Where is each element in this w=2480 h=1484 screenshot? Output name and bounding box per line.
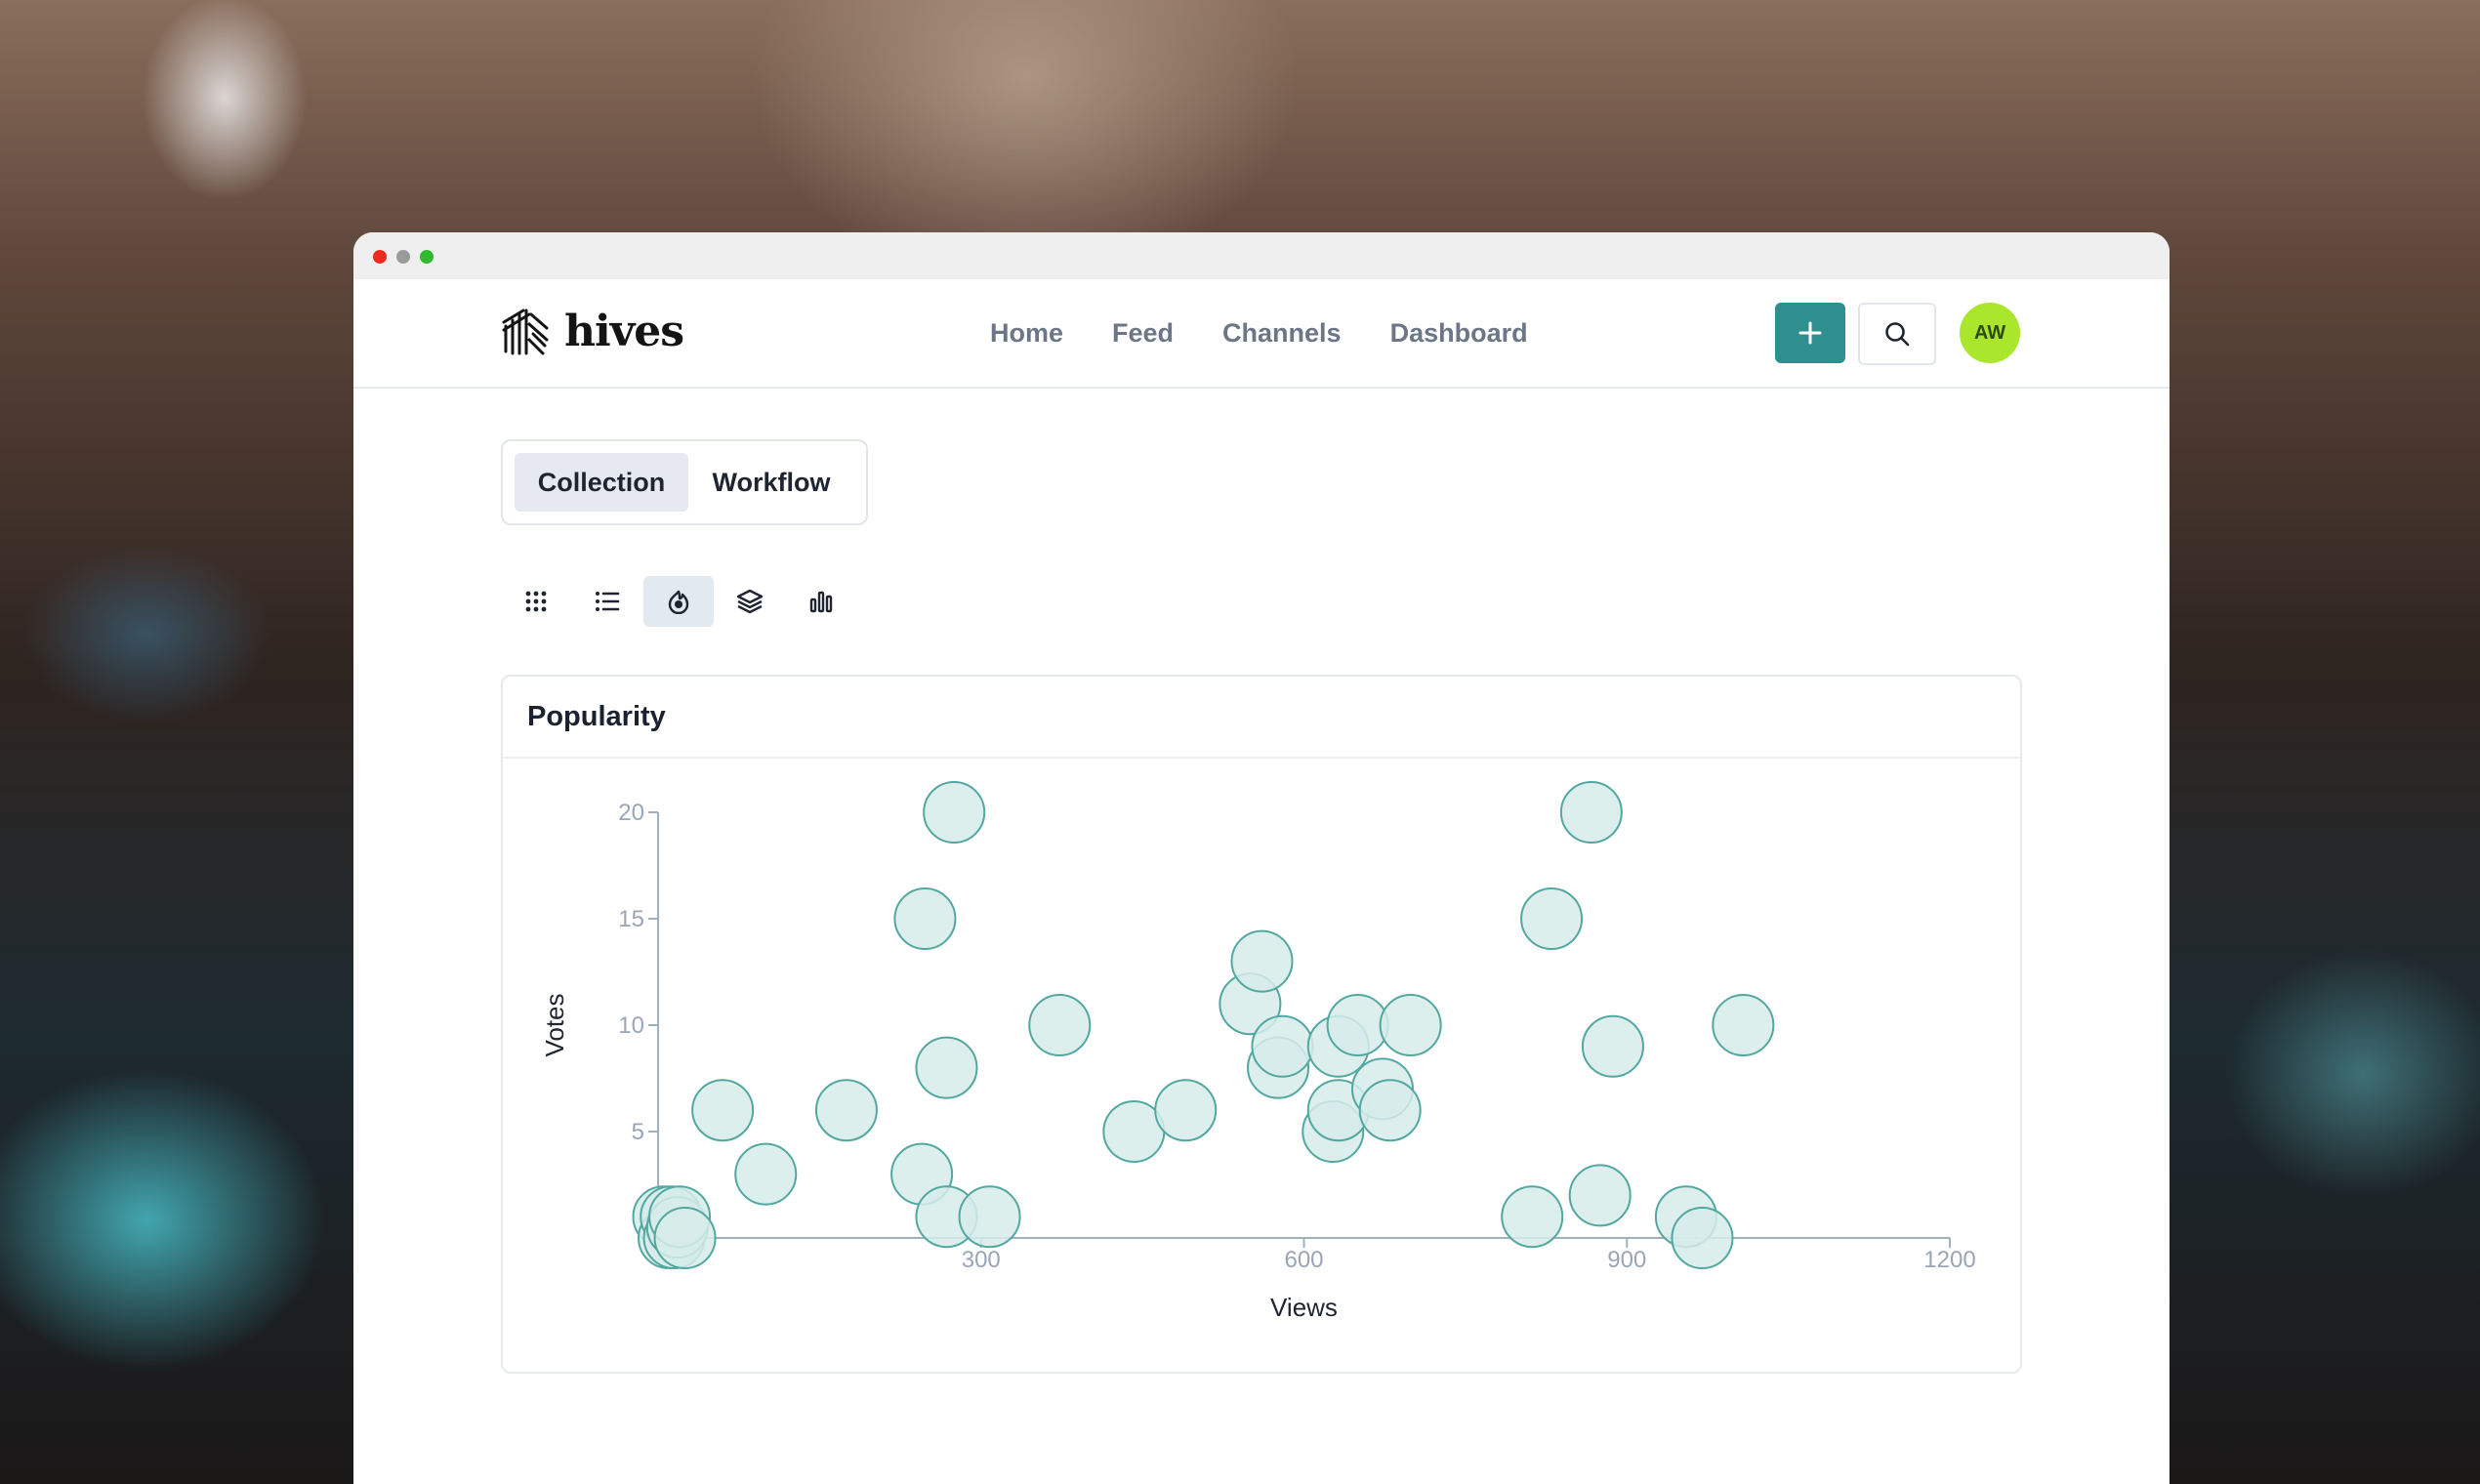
scatter-chart: 5 10 15 20 300 600 900 1200 Views Votes: [540, 781, 1976, 1322]
x-tick-label: 900: [1607, 1247, 1646, 1273]
data-point: [1379, 994, 1442, 1056]
close-window-button[interactable]: [373, 250, 387, 264]
window-titlebar: [353, 232, 2170, 279]
hives-logo-icon: [502, 309, 549, 355]
y-tick-label: 10: [618, 1012, 644, 1039]
view-mode-toolbar: [501, 576, 857, 627]
brand-name: hives: [564, 307, 684, 356]
layers-view-button[interactable]: [715, 576, 785, 627]
y-tick-label: 5: [632, 1119, 644, 1145]
top-navbar: hives Home Feed Channels Dashboard AW: [353, 279, 2170, 389]
x-axis-label: Views: [1270, 1293, 1338, 1322]
data-point: [915, 1036, 978, 1099]
data-point: [958, 1185, 1021, 1249]
minimize-window-button[interactable]: [396, 250, 410, 264]
popularity-chart-card: Popularity 5 10 15 20 300 600 900 1200 Views Vote…: [501, 675, 2022, 1374]
data-point: [1028, 994, 1092, 1056]
grid-view-button[interactable]: [501, 576, 571, 627]
chart-title: Popularity: [527, 700, 666, 732]
bar-chart-icon: [809, 591, 833, 613]
data-point: [1559, 781, 1623, 844]
nav-link-home[interactable]: Home: [990, 318, 1063, 348]
x-tick-label: 1200: [1923, 1247, 1975, 1273]
y-axis-label: Votes: [540, 993, 569, 1056]
data-point: [1251, 1014, 1314, 1078]
user-avatar[interactable]: AW: [1960, 303, 2020, 363]
data-point: [691, 1079, 755, 1142]
data-point: [1501, 1185, 1564, 1249]
data-point: [1326, 994, 1389, 1056]
app-window: hives Home Feed Channels Dashboard AW Co…: [353, 232, 2170, 1484]
collection-workflow-tabs: Collection Workflow: [501, 439, 868, 525]
data-point: [653, 1207, 717, 1269]
x-tick-label: 600: [1284, 1247, 1323, 1273]
data-point: [1520, 887, 1584, 950]
nav-link-dashboard[interactable]: Dashboard: [1390, 318, 1528, 348]
data-point: [893, 887, 957, 950]
x-tick-label: 300: [962, 1247, 1001, 1273]
nav-link-feed[interactable]: Feed: [1112, 318, 1174, 348]
brand-logo[interactable]: hives: [500, 307, 684, 357]
data-point: [1712, 994, 1775, 1056]
list-icon: [596, 592, 620, 611]
y-tick-label: 20: [618, 800, 644, 826]
y-tick-label: 15: [618, 906, 644, 932]
popularity-view-button[interactable]: [643, 576, 714, 627]
data-point: [1154, 1079, 1218, 1142]
chart-view-button[interactable]: [786, 576, 856, 627]
data-point: [1230, 929, 1294, 993]
data-point: [814, 1079, 878, 1142]
search-button[interactable]: [1858, 303, 1936, 365]
plus-icon: [1798, 321, 1822, 345]
data-point: [1671, 1207, 1734, 1269]
tab-collection[interactable]: Collection: [515, 453, 688, 512]
layers-icon: [736, 589, 764, 614]
maximize-window-button[interactable]: [420, 250, 434, 264]
data-point: [734, 1142, 798, 1206]
data-point: [1581, 1014, 1644, 1078]
data-point: [1568, 1164, 1632, 1227]
tab-workflow[interactable]: Workflow: [698, 453, 845, 512]
grid-icon: [525, 591, 547, 612]
data-point: [1358, 1079, 1422, 1142]
popularity-icon: [668, 590, 689, 614]
nav-link-channels[interactable]: Channels: [1222, 318, 1342, 348]
add-button[interactable]: [1775, 303, 1845, 363]
list-view-button[interactable]: [572, 576, 642, 627]
data-point: [923, 781, 986, 844]
chart-card-header: Popularity: [503, 677, 2020, 759]
search-icon: [1885, 322, 1910, 347]
main-nav: Home Feed Channels Dashboard: [990, 318, 1577, 348]
